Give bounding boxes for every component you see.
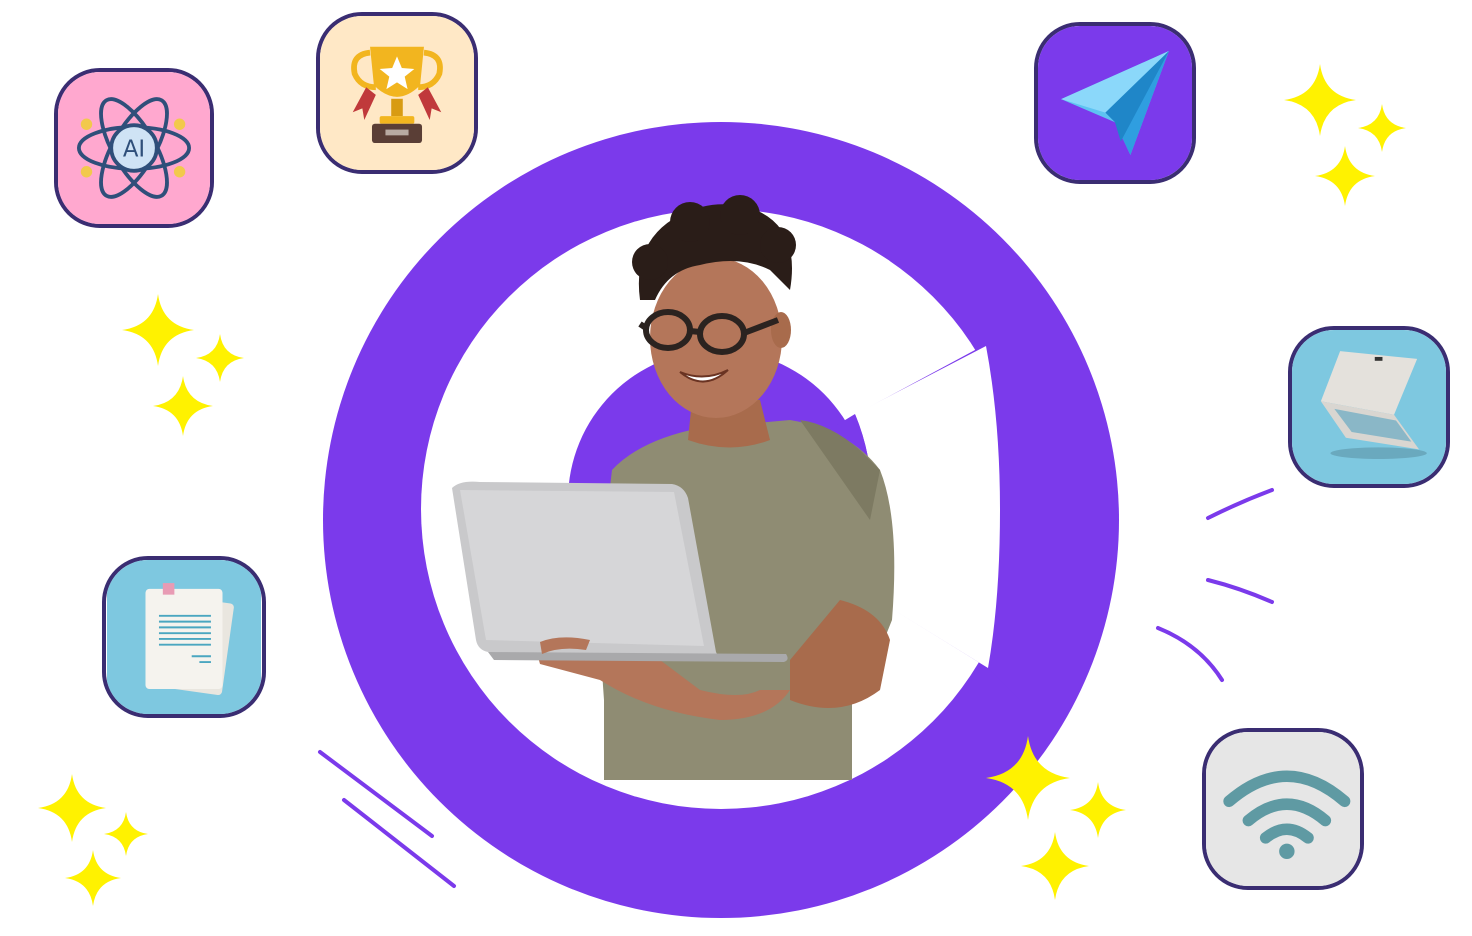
trophy-icon — [320, 16, 474, 170]
documents-icon — [107, 560, 261, 714]
paper-plane-icon — [1038, 26, 1192, 180]
tile-laptop — [1288, 326, 1450, 488]
sparkle-icon — [1315, 146, 1375, 206]
sparkle-icon — [65, 850, 121, 906]
ai-label: AI — [123, 137, 145, 163]
ai-atom-icon: AI — [58, 72, 210, 224]
laptop-icon — [1292, 330, 1446, 484]
sparkle-icon — [1021, 832, 1089, 900]
sparkle-icon — [153, 376, 213, 436]
sparkle-icon — [986, 736, 1070, 820]
tile-documents — [102, 556, 266, 718]
sparkle-icon — [1284, 64, 1356, 136]
sparkle-icon — [196, 334, 244, 382]
sparkle-icon — [122, 294, 194, 366]
sparkle-icon — [104, 812, 148, 856]
sparkle-icon — [1070, 782, 1126, 838]
sparkle-icon — [38, 774, 106, 842]
sparkle-icon — [1358, 104, 1406, 152]
wifi-icon — [1206, 732, 1360, 886]
tile-ai: AI — [54, 68, 214, 228]
tile-paper-plane — [1034, 22, 1196, 184]
tile-trophy — [316, 12, 478, 174]
tile-wifi — [1202, 728, 1364, 890]
